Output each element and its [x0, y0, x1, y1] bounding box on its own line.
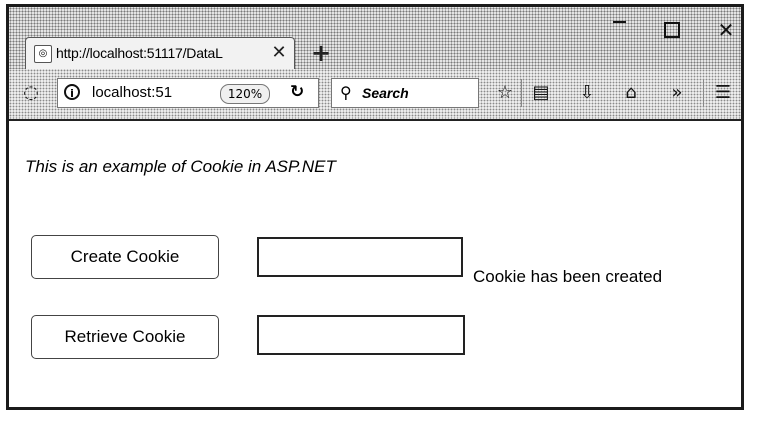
- reading-list-icon[interactable]: ▤: [529, 81, 553, 105]
- zoom-indicator[interactable]: 120%: [220, 84, 270, 104]
- menu-icon[interactable]: ☰: [711, 81, 735, 105]
- tab-title: http://localhost:51117/DataL: [56, 45, 223, 61]
- retrieve-cookie-input[interactable]: [257, 315, 465, 355]
- create-cookie-button[interactable]: Create Cookie: [31, 235, 219, 279]
- address-bar[interactable]: i localhost:51 120% ↻: [57, 78, 319, 108]
- reload-icon[interactable]: ↻: [290, 82, 304, 102]
- maximize-icon[interactable]: [657, 17, 687, 43]
- browser-chrome: ◎ http://localhost:51117/DataL ✕ + ✕ ◌ i…: [9, 7, 741, 121]
- close-icon[interactable]: ✕: [711, 17, 741, 43]
- status-message: Cookie has been created: [473, 267, 663, 286]
- star-icon[interactable]: ☆: [493, 81, 517, 105]
- toolbar-separator: [703, 79, 704, 107]
- minimize-icon[interactable]: [604, 17, 634, 43]
- tab-close-icon[interactable]: ✕: [270, 42, 288, 64]
- search-icon: ⚲: [340, 83, 352, 102]
- create-cookie-input[interactable]: [257, 237, 463, 277]
- download-icon[interactable]: ⇩: [575, 81, 599, 105]
- navigation-toolbar: ◌ i localhost:51 120% ↻ ⚲ Search ☆ ▤ ⇩ ⌂…: [9, 69, 741, 117]
- browser-tab[interactable]: ◎ http://localhost:51117/DataL ✕: [25, 37, 295, 69]
- url-text: localhost:51: [92, 84, 173, 101]
- page-content: This is an example of Cookie in ASP.NET …: [9, 121, 741, 407]
- toolbar-separator: [521, 79, 522, 107]
- title-bar: ◎ http://localhost:51117/DataL ✕ + ✕: [9, 7, 741, 69]
- retrieve-cookie-button[interactable]: Retrieve Cookie: [31, 315, 219, 359]
- browser-window: ◎ http://localhost:51117/DataL ✕ + ✕ ◌ i…: [6, 4, 744, 410]
- search-placeholder: Search: [362, 85, 409, 101]
- new-tab-button[interactable]: +: [309, 40, 333, 66]
- site-info-icon[interactable]: i: [64, 84, 80, 100]
- overflow-icon[interactable]: »: [665, 81, 689, 105]
- home-icon[interactable]: ⌂: [619, 81, 643, 105]
- search-bar[interactable]: ⚲ Search: [331, 78, 479, 108]
- page-favicon-icon: ◎: [34, 45, 52, 63]
- loading-spinner-icon: ◌: [23, 82, 39, 103]
- page-heading: This is an example of Cookie in ASP.NET: [25, 157, 336, 176]
